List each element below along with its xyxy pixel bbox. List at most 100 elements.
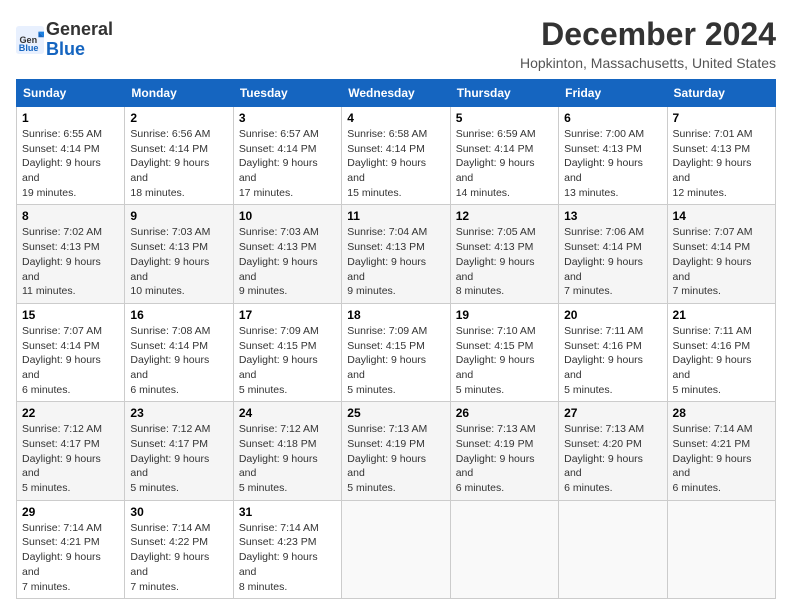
day-number: 31: [239, 505, 336, 519]
day-number: 28: [673, 406, 770, 420]
day-number: 1: [22, 111, 119, 125]
cell-info: Sunrise: 6:55 AMSunset: 4:14 PMDaylight:…: [22, 127, 119, 200]
cell-info: Sunrise: 7:01 AMSunset: 4:13 PMDaylight:…: [673, 127, 770, 200]
calendar-cell: 13 Sunrise: 7:06 AMSunset: 4:14 PMDayligh…: [559, 205, 667, 303]
cell-info: Sunrise: 7:14 AMSunset: 4:23 PMDaylight:…: [239, 521, 336, 594]
cell-info: Sunrise: 7:13 AMSunset: 4:19 PMDaylight:…: [347, 422, 444, 495]
cell-info: Sunrise: 6:58 AMSunset: 4:14 PMDaylight:…: [347, 127, 444, 200]
month-title: December 2024: [520, 16, 776, 53]
week-row-3: 15Sunrise: 7:07 AMSunset: 4:14 PMDayligh…: [17, 303, 776, 401]
day-number: 14: [673, 209, 770, 223]
day-number: 16: [130, 308, 227, 322]
dow-header-saturday: Saturday: [667, 80, 775, 107]
cell-info: Sunrise: 7:14 AMSunset: 4:21 PMDaylight:…: [22, 521, 119, 594]
calendar-cell: [559, 500, 667, 598]
cell-info: Sunrise: 7:00 AMSunset: 4:13 PMDaylight:…: [564, 127, 661, 200]
cell-info: Sunrise: 7:07 AMSunset: 4:14 PMDaylight:…: [22, 324, 119, 397]
day-number: 2: [130, 111, 227, 125]
day-number: 5: [456, 111, 553, 125]
day-number: 19: [456, 308, 553, 322]
dow-header-sunday: Sunday: [17, 80, 125, 107]
header: Gen Blue General Blue December 2024 Hopk…: [16, 16, 776, 71]
cell-info: Sunrise: 7:13 AMSunset: 4:19 PMDaylight:…: [456, 422, 553, 495]
calendar-cell: 14 Sunrise: 7:07 AMSunset: 4:14 PMDayligh…: [667, 205, 775, 303]
calendar-cell: 21Sunrise: 7:11 AMSunset: 4:16 PMDayligh…: [667, 303, 775, 401]
cell-info: Sunrise: 7:09 AMSunset: 4:15 PMDaylight:…: [239, 324, 336, 397]
cell-info: Sunrise: 7:10 AMSunset: 4:15 PMDaylight:…: [456, 324, 553, 397]
cell-info: Sunrise: 7:13 AMSunset: 4:20 PMDaylight:…: [564, 422, 661, 495]
calendar-cell: 9 Sunrise: 7:03 AMSunset: 4:13 PMDaylight…: [125, 205, 233, 303]
calendar-cell: 12Sunrise: 7:05 AMSunset: 4:13 PMDayligh…: [450, 205, 558, 303]
days-of-week-row: SundayMondayTuesdayWednesdayThursdayFrid…: [17, 80, 776, 107]
day-number: 10: [239, 209, 336, 223]
cell-info: Sunrise: 7:12 AMSunset: 4:18 PMDaylight:…: [239, 422, 336, 495]
week-row-4: 22Sunrise: 7:12 AMSunset: 4:17 PMDayligh…: [17, 402, 776, 500]
cell-info: Sunrise: 7:14 AMSunset: 4:21 PMDaylight:…: [673, 422, 770, 495]
cell-info: Sunrise: 7:03 AMSunset: 4:13 PMDaylight:…: [239, 225, 336, 298]
day-number: 20: [564, 308, 661, 322]
day-number: 13: [564, 209, 661, 223]
cell-info: Sunrise: 7:08 AMSunset: 4:14 PMDaylight:…: [130, 324, 227, 397]
day-number: 29: [22, 505, 119, 519]
dow-header-friday: Friday: [559, 80, 667, 107]
title-block: December 2024 Hopkinton, Massachusetts, …: [520, 16, 776, 71]
week-row-1: 1 Sunrise: 6:55 AMSunset: 4:14 PMDaylight…: [17, 107, 776, 205]
calendar-cell: 1 Sunrise: 6:55 AMSunset: 4:14 PMDaylight…: [17, 107, 125, 205]
day-number: 18: [347, 308, 444, 322]
calendar-cell: 11Sunrise: 7:04 AMSunset: 4:13 PMDayligh…: [342, 205, 450, 303]
cell-info: Sunrise: 7:02 AMSunset: 4:13 PMDaylight:…: [22, 225, 119, 298]
calendar-cell: 10 Sunrise: 7:03 AMSunset: 4:13 PMDayligh…: [233, 205, 341, 303]
calendar-cell: 24 Sunrise: 7:12 AMSunset: 4:18 PMDayligh…: [233, 402, 341, 500]
day-number: 25: [347, 406, 444, 420]
calendar-cell: 3Sunrise: 6:57 AMSunset: 4:14 PMDaylight…: [233, 107, 341, 205]
calendar-cell: 29 Sunrise: 7:14 AMSunset: 4:21 PMDayligh…: [17, 500, 125, 598]
calendar-cell: 26 Sunrise: 7:13 AMSunset: 4:19 PMDayligh…: [450, 402, 558, 500]
cell-info: Sunrise: 7:14 AMSunset: 4:22 PMDaylight:…: [130, 521, 227, 594]
day-number: 7: [673, 111, 770, 125]
day-number: 4: [347, 111, 444, 125]
calendar-cell: 15Sunrise: 7:07 AMSunset: 4:14 PMDayligh…: [17, 303, 125, 401]
cell-info: Sunrise: 6:56 AMSunset: 4:14 PMDaylight:…: [130, 127, 227, 200]
day-number: 22: [22, 406, 119, 420]
calendar-cell: 19 Sunrise: 7:10 AMSunset: 4:15 PMDayligh…: [450, 303, 558, 401]
cell-info: Sunrise: 7:07 AMSunset: 4:14 PMDaylight:…: [673, 225, 770, 298]
cell-info: Sunrise: 7:09 AMSunset: 4:15 PMDaylight:…: [347, 324, 444, 397]
dow-header-wednesday: Wednesday: [342, 80, 450, 107]
cell-info: Sunrise: 7:03 AMSunset: 4:13 PMDaylight:…: [130, 225, 227, 298]
cell-info: Sunrise: 7:06 AMSunset: 4:14 PMDaylight:…: [564, 225, 661, 298]
cell-info: Sunrise: 6:59 AMSunset: 4:14 PMDaylight:…: [456, 127, 553, 200]
day-number: 23: [130, 406, 227, 420]
calendar-cell: 31 Sunrise: 7:14 AMSunset: 4:23 PMDayligh…: [233, 500, 341, 598]
calendar-cell: 25 Sunrise: 7:13 AMSunset: 4:19 PMDayligh…: [342, 402, 450, 500]
week-row-5: 29 Sunrise: 7:14 AMSunset: 4:21 PMDayligh…: [17, 500, 776, 598]
calendar: SundayMondayTuesdayWednesdayThursdayFrid…: [16, 79, 776, 599]
calendar-cell: 23Sunrise: 7:12 AMSunset: 4:17 PMDayligh…: [125, 402, 233, 500]
dow-header-tuesday: Tuesday: [233, 80, 341, 107]
calendar-cell: 28 Sunrise: 7:14 AMSunset: 4:21 PMDayligh…: [667, 402, 775, 500]
week-row-2: 8Sunrise: 7:02 AMSunset: 4:13 PMDaylight…: [17, 205, 776, 303]
cell-info: Sunrise: 7:05 AMSunset: 4:13 PMDaylight:…: [456, 225, 553, 298]
calendar-cell: 16 Sunrise: 7:08 AMSunset: 4:14 PMDayligh…: [125, 303, 233, 401]
cell-info: Sunrise: 6:57 AMSunset: 4:14 PMDaylight:…: [239, 127, 336, 200]
day-number: 30: [130, 505, 227, 519]
calendar-cell: 27Sunrise: 7:13 AMSunset: 4:20 PMDayligh…: [559, 402, 667, 500]
day-number: 26: [456, 406, 553, 420]
logo-icon: Gen Blue: [16, 26, 44, 54]
day-number: 24: [239, 406, 336, 420]
cell-info: Sunrise: 7:11 AMSunset: 4:16 PMDaylight:…: [564, 324, 661, 397]
calendar-cell: 8Sunrise: 7:02 AMSunset: 4:13 PMDaylight…: [17, 205, 125, 303]
day-number: 21: [673, 308, 770, 322]
day-number: 6: [564, 111, 661, 125]
calendar-cell: 17 Sunrise: 7:09 AMSunset: 4:15 PMDayligh…: [233, 303, 341, 401]
calendar-cell: 2 Sunrise: 6:56 AMSunset: 4:14 PMDaylight…: [125, 107, 233, 205]
calendar-body: 1 Sunrise: 6:55 AMSunset: 4:14 PMDaylight…: [17, 107, 776, 599]
calendar-cell: 4 Sunrise: 6:58 AMSunset: 4:14 PMDaylight…: [342, 107, 450, 205]
logo: Gen Blue General Blue: [16, 20, 113, 60]
calendar-cell: 7 Sunrise: 7:01 AMSunset: 4:13 PMDaylight…: [667, 107, 775, 205]
cell-info: Sunrise: 7:04 AMSunset: 4:13 PMDaylight:…: [347, 225, 444, 298]
dow-header-thursday: Thursday: [450, 80, 558, 107]
location-title: Hopkinton, Massachusetts, United States: [520, 55, 776, 71]
calendar-cell: 22Sunrise: 7:12 AMSunset: 4:17 PMDayligh…: [17, 402, 125, 500]
day-number: 9: [130, 209, 227, 223]
day-number: 17: [239, 308, 336, 322]
